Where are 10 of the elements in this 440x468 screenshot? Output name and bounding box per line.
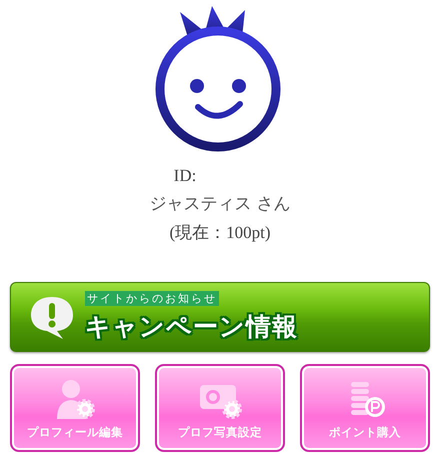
banner-subtitle: サイトからのお知らせ [85, 291, 219, 306]
menu-button[interactable]: プロフィール編集 [10, 364, 140, 452]
user-name: ジャスティス さん [149, 193, 291, 215]
point-balance: (現在：100pt) [169, 222, 271, 244]
banner-title: キャンペーン情報 [85, 311, 298, 343]
menu-button[interactable]: ポイント購入 [300, 364, 430, 452]
id-label: ID: [174, 166, 196, 186]
exclamation-bubble-icon [29, 294, 75, 340]
campaign-banner[interactable]: サイトからのお知らせ キャンペーン情報 [10, 282, 430, 352]
menu-button[interactable]: プロフ写真設定 [155, 364, 285, 452]
